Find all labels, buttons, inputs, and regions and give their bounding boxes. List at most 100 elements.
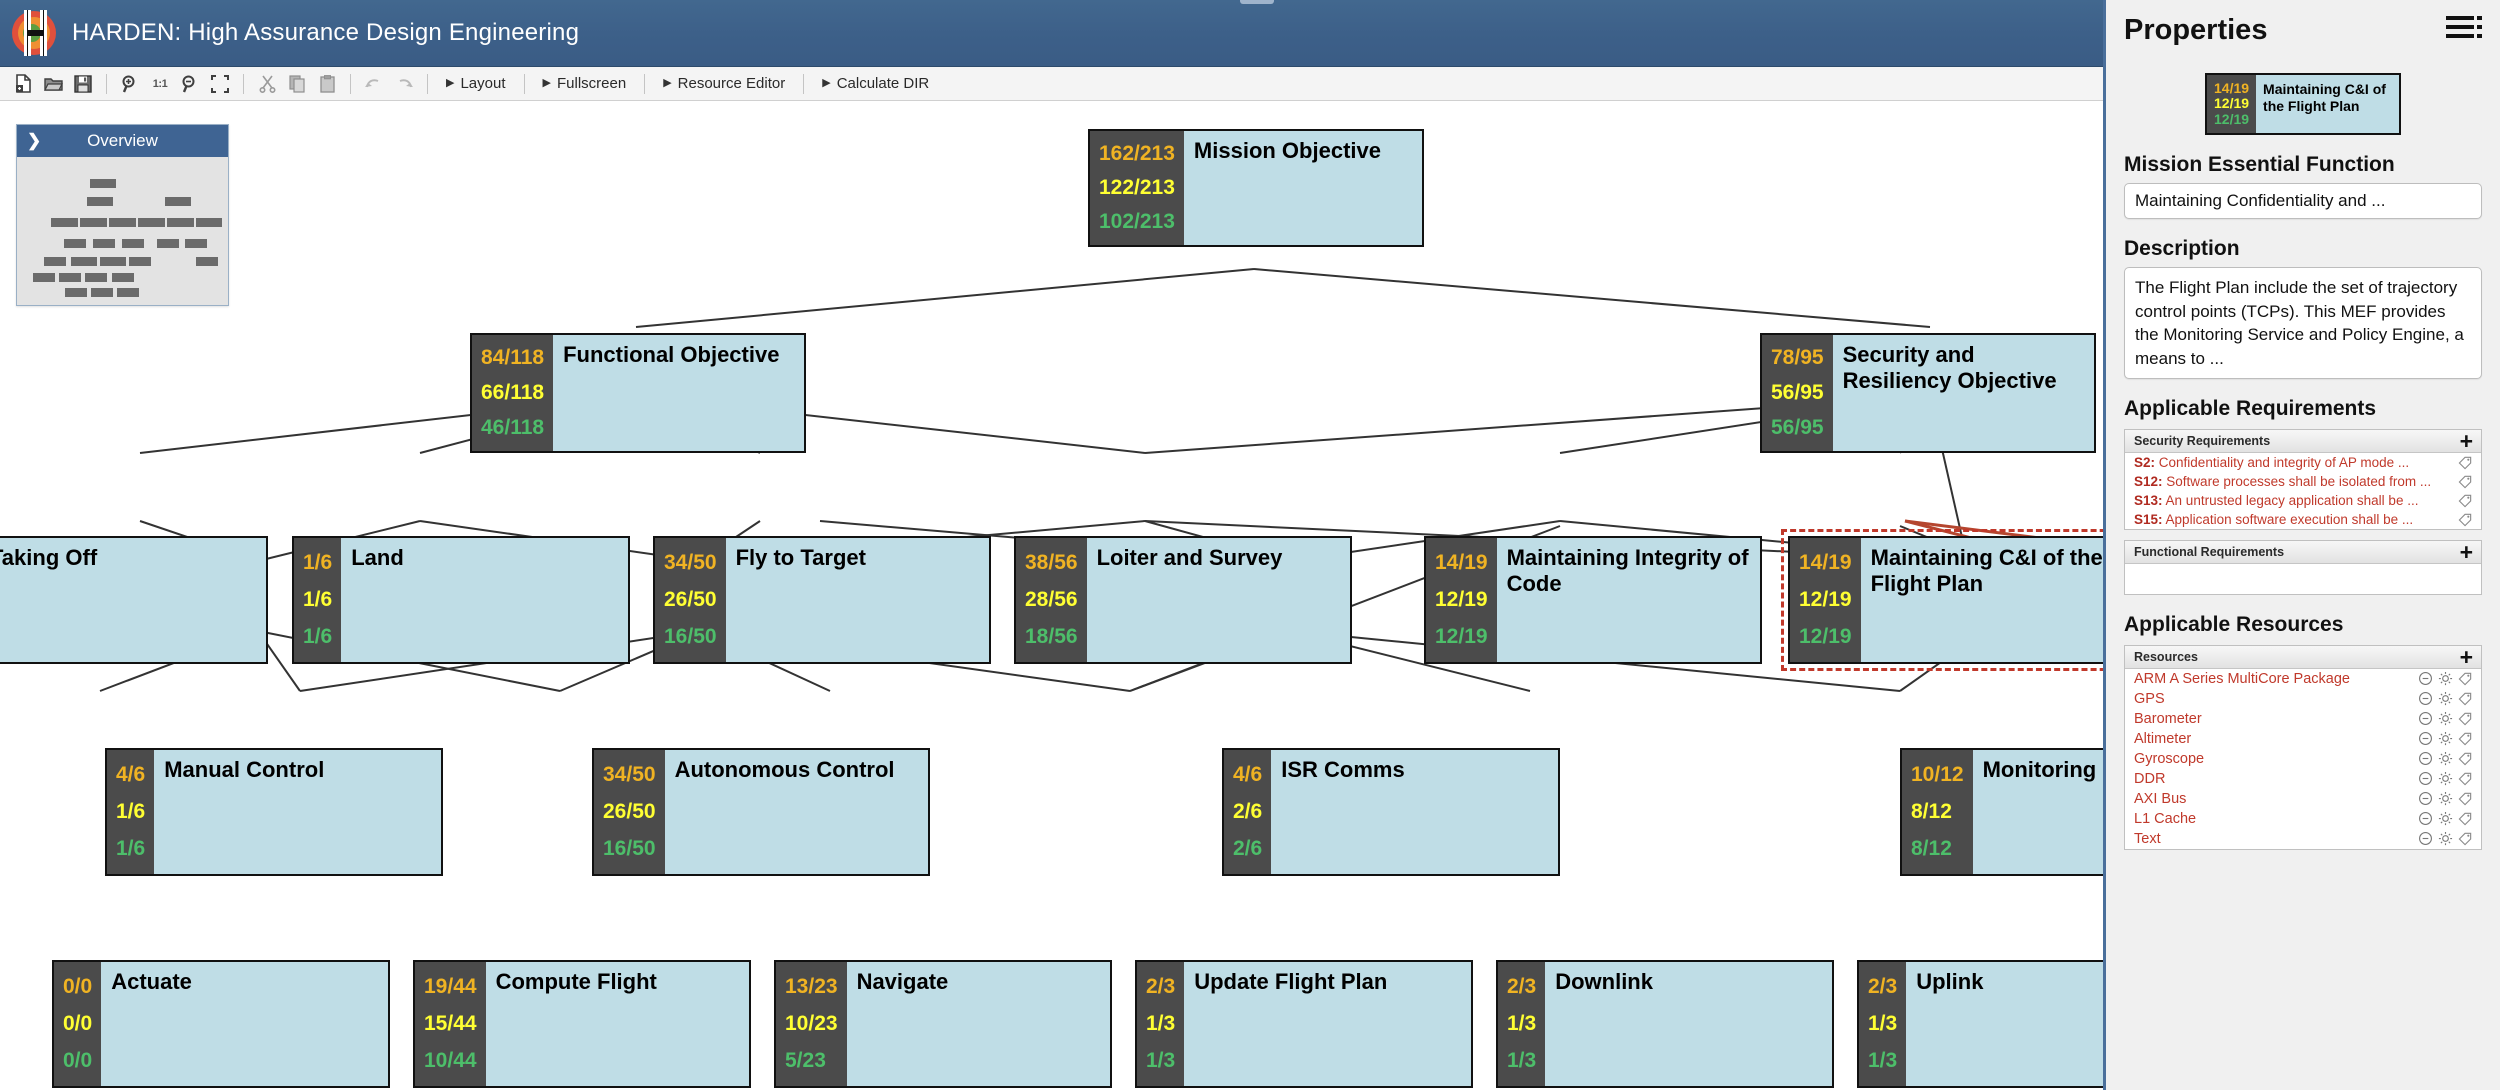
- node-autonomous-control[interactable]: 34/50 26/50 16/50 Autonomous Control: [592, 748, 930, 876]
- tag-icon[interactable]: [2458, 771, 2473, 786]
- list-item[interactable]: DDR: [2125, 769, 2481, 789]
- minus-circle-icon[interactable]: [2418, 791, 2433, 806]
- overview-panel[interactable]: ❯ Overview: [16, 124, 229, 306]
- node-maintaining-integrity-of-code[interactable]: 14/19 12/19 12/19 Maintaining Integrity …: [1424, 536, 1762, 664]
- gear-icon[interactable]: [2438, 811, 2453, 826]
- selected-node-preview[interactable]: 14/19 12/19 12/19 Maintaining C&I of the…: [2205, 73, 2401, 136]
- list-item[interactable]: S12: Software processes shall be isolate…: [2125, 472, 2481, 491]
- node-downlink[interactable]: 2/3 1/3 1/3 Downlink: [1496, 960, 1834, 1088]
- add-functional-requirement-button[interactable]: +: [2460, 540, 2473, 563]
- node-loiter-and-survey[interactable]: 38/56 28/56 18/56 Loiter and Survey: [1014, 536, 1352, 664]
- list-item[interactable]: S15: Application software execution shal…: [2125, 510, 2481, 529]
- list-item[interactable]: AXI Bus: [2125, 789, 2481, 809]
- node-fly-to-target[interactable]: 34/50 26/50 16/50 Fly to Target: [653, 536, 991, 664]
- minus-circle-icon[interactable]: [2418, 691, 2433, 706]
- window-tab-handle[interactable]: [1240, 0, 1274, 4]
- menu-fullscreen[interactable]: ▶ Fullscreen: [533, 75, 637, 92]
- list-item[interactable]: L1 Cache: [2125, 809, 2481, 829]
- preview-label: Maintaining C&I of the Flight Plan: [2263, 81, 2386, 115]
- list-item[interactable]: S2: Confidentiality and integrity of AP …: [2125, 453, 2481, 472]
- minus-circle-icon[interactable]: [2418, 711, 2433, 726]
- tag-icon[interactable]: [2458, 811, 2473, 826]
- gear-icon[interactable]: [2438, 831, 2453, 846]
- minus-circle-icon[interactable]: [2418, 751, 2433, 766]
- diagram-canvas[interactable]: 162/213 122/213 102/213 Mission Objectiv…: [0, 101, 2103, 1090]
- gear-icon[interactable]: [2438, 751, 2453, 766]
- node-navigate[interactable]: 13/23 10/23 5/23 Navigate: [774, 960, 1112, 1088]
- list-item[interactable]: S13: An untrusted legacy application sha…: [2125, 491, 2481, 510]
- applicable-requirements-heading: Applicable Requirements: [2124, 396, 2377, 420]
- tag-icon[interactable]: [2458, 671, 2473, 686]
- mef-field[interactable]: Maintaining Confidentiality and ...: [2124, 183, 2482, 220]
- tag-icon[interactable]: [2458, 751, 2473, 766]
- node-update-flight-plan[interactable]: 2/3 1/3 1/3 Update Flight Plan: [1135, 960, 1473, 1088]
- gear-icon[interactable]: [2438, 691, 2453, 706]
- tag-icon[interactable]: [2458, 731, 2473, 746]
- node-maintaining-ci-flight-plan[interactable]: 14/19 12/19 12/19 Maintaining C&I of the…: [1781, 529, 2103, 671]
- paste-icon[interactable]: [312, 70, 342, 98]
- node-taking-off[interactable]: Taking Off: [0, 536, 268, 664]
- list-item[interactable]: Barometer: [2125, 709, 2481, 729]
- hamburger-menu-icon[interactable]: [2446, 14, 2482, 40]
- node-metrics: 14/19 12/19 12/19: [1790, 538, 1861, 662]
- zoom-in-icon[interactable]: [115, 70, 145, 98]
- metric-orange: 1/6: [303, 550, 333, 574]
- description-field[interactable]: The Flight Plan include the set of traje…: [2124, 267, 2482, 379]
- new-file-icon[interactable]: [8, 70, 38, 98]
- node-mission-objective[interactable]: 162/213 122/213 102/213 Mission Objectiv…: [1088, 129, 1424, 247]
- node-manual-control[interactable]: 4/6 1/6 1/6 Manual Control: [105, 748, 443, 876]
- node-label: Monitoring: [1982, 757, 2097, 782]
- minus-circle-icon[interactable]: [2418, 671, 2433, 686]
- node-functional-objective[interactable]: 84/118 66/118 46/118 Functional Objectiv…: [470, 333, 806, 453]
- gear-icon[interactable]: [2438, 731, 2453, 746]
- metric-orange: 10/12: [1911, 762, 1964, 786]
- metric-orange: 19/44: [424, 974, 477, 998]
- minus-circle-icon[interactable]: [2418, 771, 2433, 786]
- open-folder-icon[interactable]: [38, 70, 68, 98]
- tag-icon[interactable]: [2458, 493, 2473, 508]
- add-security-requirement-button[interactable]: +: [2460, 429, 2473, 452]
- list-item[interactable]: ARM A Series MultiCore Package: [2125, 669, 2481, 689]
- tag-icon[interactable]: [2458, 691, 2473, 706]
- tag-icon[interactable]: [2458, 791, 2473, 806]
- redo-icon[interactable]: [389, 70, 419, 98]
- menu-resource-editor[interactable]: ▶ Resource Editor: [653, 75, 795, 92]
- minus-circle-icon[interactable]: [2418, 831, 2433, 846]
- minus-circle-icon[interactable]: [2418, 731, 2433, 746]
- overview-header[interactable]: ❯ Overview: [17, 125, 228, 157]
- gear-icon[interactable]: [2438, 711, 2453, 726]
- tag-icon[interactable]: [2458, 711, 2473, 726]
- gear-icon[interactable]: [2438, 771, 2453, 786]
- list-item[interactable]: Altimeter: [2125, 729, 2481, 749]
- tag-icon[interactable]: [2458, 474, 2473, 489]
- node-isr-comms[interactable]: 4/6 2/6 2/6 ISR Comms: [1222, 748, 1560, 876]
- tag-icon[interactable]: [2458, 512, 2473, 527]
- requirement-id: S2:: [2134, 454, 2156, 470]
- save-disk-icon[interactable]: [68, 70, 98, 98]
- zoom-actual-size-icon[interactable]: 1:1: [145, 70, 175, 98]
- node-monitoring[interactable]: 10/12 8/12 8/12 Monitoring: [1900, 748, 2103, 876]
- tag-icon[interactable]: [2458, 831, 2473, 846]
- list-item[interactable]: Gyroscope: [2125, 749, 2481, 769]
- node-uplink[interactable]: 2/3 1/3 1/3 Uplink: [1857, 960, 2103, 1088]
- cut-scissors-icon[interactable]: [252, 70, 282, 98]
- menu-calculate-dir[interactable]: ▶ Calculate DIR: [812, 75, 939, 92]
- fit-to-screen-icon[interactable]: [205, 70, 235, 98]
- zoom-out-icon[interactable]: [175, 70, 205, 98]
- node-land[interactable]: 1/6 1/6 1/6 Land: [292, 536, 630, 664]
- menu-layout[interactable]: ▶ Layout: [436, 75, 516, 92]
- overview-minimap[interactable]: [17, 157, 228, 305]
- node-security-resiliency-objective[interactable]: 78/95 56/95 56/95 Security and Resilienc…: [1760, 333, 2096, 453]
- gear-icon[interactable]: [2438, 671, 2453, 686]
- tag-icon[interactable]: [2458, 455, 2473, 470]
- minus-circle-icon[interactable]: [2418, 811, 2433, 826]
- add-resource-button[interactable]: +: [2460, 645, 2473, 668]
- node-actuate[interactable]: 0/0 0/0 0/0 Actuate: [52, 960, 390, 1088]
- node-compute-flight[interactable]: 19/44 15/44 10/44 Compute Flight: [413, 960, 751, 1088]
- undo-icon[interactable]: [359, 70, 389, 98]
- list-item[interactable]: GPS: [2125, 689, 2481, 709]
- gear-icon[interactable]: [2438, 791, 2453, 806]
- metric-green: 56/95: [1771, 415, 1824, 439]
- list-item[interactable]: Text: [2125, 829, 2481, 849]
- copy-icon[interactable]: [282, 70, 312, 98]
